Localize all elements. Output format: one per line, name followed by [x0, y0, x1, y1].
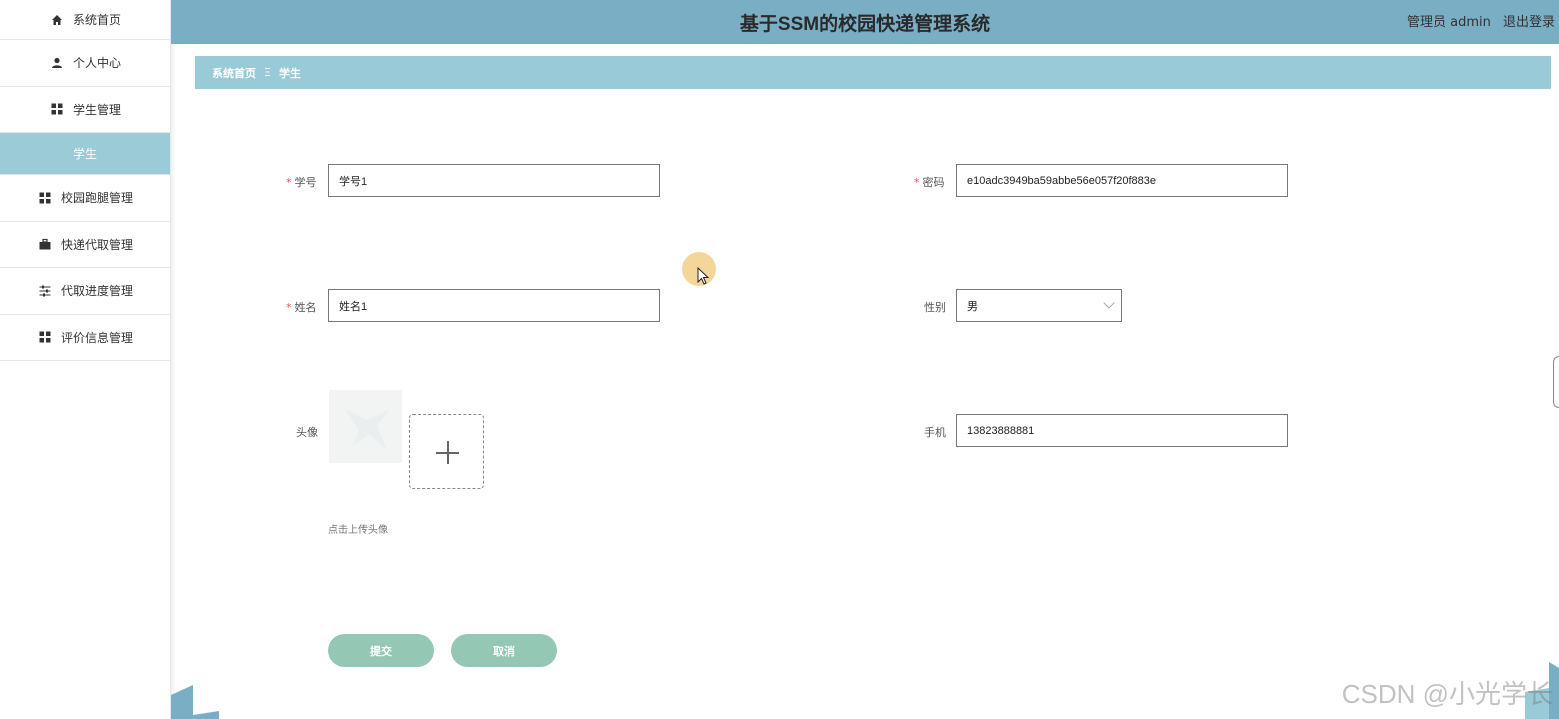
sidebar: 系统首页 个人中心 学生管理 学生 校园跑腿管理 快递代取管理 代取进度管理 评…: [0, 0, 171, 719]
corner-decoration: [171, 685, 219, 719]
briefcase-icon: [37, 237, 53, 251]
breadcrumb-separator: Ξ: [264, 66, 271, 79]
breadcrumb-home[interactable]: 系统首页: [212, 65, 256, 81]
grid-icon: [37, 191, 53, 205]
app-title: 基于SSM的校园快递管理系统: [739, 13, 991, 35]
header: 基于SSM的校园快递管理系统 管理员 admin 退出登录: [171, 0, 1559, 44]
sidebar-item-home[interactable]: 系统首页: [0, 0, 170, 40]
chevron-down-icon: [1103, 297, 1115, 309]
phone-label: 手机: [924, 426, 946, 439]
home-icon: [49, 13, 65, 27]
logout-link[interactable]: 退出登录: [1503, 15, 1555, 30]
cancel-button[interactable]: 取消: [451, 634, 557, 667]
sidebar-item-personal-center[interactable]: 个人中心: [0, 40, 170, 87]
student-id-field[interactable]: 学号1: [328, 164, 660, 197]
grid-icon: [49, 102, 65, 116]
avatar-preview: [329, 390, 402, 463]
user-area: 管理员 admin 退出登录: [1399, 11, 1555, 30]
grid-icon: [37, 330, 53, 344]
gender-select[interactable]: 男: [956, 289, 1122, 322]
phone-field[interactable]: 13823888881: [956, 414, 1288, 447]
user-label: 管理员 admin: [1406, 15, 1491, 30]
sidebar-item-express-pickup-management[interactable]: 快递代取管理: [0, 222, 170, 268]
password-field[interactable]: e10adc3949ba59abbe56e057f20f883e: [956, 164, 1288, 197]
sidebar-item-review-management[interactable]: 评价信息管理: [0, 315, 170, 361]
sliders-icon: [37, 284, 53, 298]
avatar-upload-button[interactable]: [409, 414, 484, 489]
sidebar-item-label: 代取进度管理: [60, 284, 133, 299]
gender-label: 性别: [924, 301, 946, 314]
mouse-cursor-icon: [697, 267, 710, 285]
submit-button[interactable]: 提交: [328, 634, 434, 667]
sidebar-item-label: 校园跑腿管理: [60, 191, 133, 206]
name-label: * 姓名: [286, 301, 317, 314]
watermark: CSDN @小光学长: [1341, 679, 1553, 709]
name-field[interactable]: 姓名1: [328, 289, 660, 322]
sidebar-item-student-management[interactable]: 学生管理: [0, 87, 170, 133]
user-icon: [49, 56, 65, 70]
sidebar-item-label: 快递代取管理: [60, 237, 133, 252]
password-label: * 密码: [914, 176, 945, 189]
sidebar-item-pickup-progress-management[interactable]: 代取进度管理: [0, 268, 170, 315]
avatar-upload-hint: 点击上传头像: [328, 525, 388, 536]
breadcrumb: 系统首页 Ξ 学生: [195, 56, 1551, 89]
avatar-label: 头像: [296, 426, 318, 439]
sidebar-item-errand-management[interactable]: 校园跑腿管理: [0, 175, 170, 222]
sidebar-item-student[interactable]: 学生: [0, 133, 170, 175]
student-id-label: * 学号: [286, 176, 317, 189]
sidebar-item-label: 系统首页: [72, 13, 121, 27]
side-scroll-handle[interactable]: [1553, 356, 1559, 408]
sidebar-item-label: 个人中心: [72, 56, 121, 71]
breadcrumb-current: 学生: [278, 66, 301, 80]
sidebar-item-label: 学生: [72, 147, 97, 161]
sidebar-item-label: 学生管理: [72, 102, 121, 117]
sidebar-item-label: 评价信息管理: [60, 330, 133, 345]
